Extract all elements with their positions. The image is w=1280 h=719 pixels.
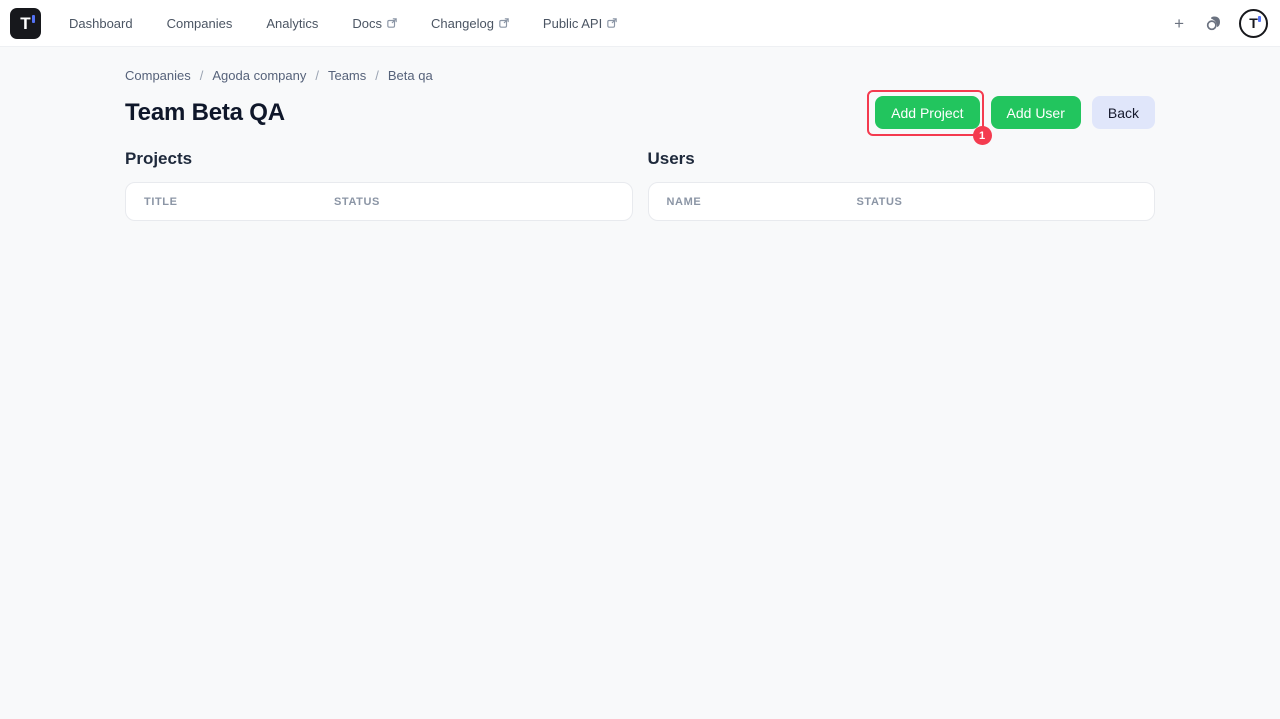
external-link-icon (387, 18, 397, 28)
avatar-letter: T (1249, 16, 1261, 30)
nav-item-label: Changelog (431, 15, 494, 31)
column-header-name: Name (666, 195, 702, 208)
nav-item-docs[interactable]: Docs (352, 16, 397, 31)
breadcrumb: Companies / Agoda company / Teams / Beta… (125, 68, 1155, 83)
annotation-badge: 1 (972, 126, 992, 145)
nav-right: + T (1170, 8, 1268, 38)
breadcrumb-separator: / (375, 68, 379, 83)
add-user-button[interactable]: Add User (990, 96, 1081, 129)
app-logo[interactable]: T (10, 7, 41, 39)
nav-links: Dashboard Companies Analytics Docs Chang… (69, 16, 617, 31)
column-header-title: Title (144, 195, 178, 208)
page-title: Team Beta QA (125, 98, 285, 126)
plus-icon[interactable]: + (1170, 13, 1188, 34)
main-content: Companies / Agoda company / Teams / Beta… (125, 68, 1155, 221)
breadcrumb-separator: / (199, 68, 204, 83)
external-link-icon (607, 18, 617, 28)
nav-item-changelog[interactable]: Changelog (431, 16, 509, 31)
projects-table-header: Title Status (126, 183, 632, 220)
nav-item-label: Docs (352, 15, 383, 31)
top-nav: T Dashboard Companies Analytics Docs Cha… (0, 0, 1280, 47)
nav-item-companies[interactable]: Companies (167, 16, 233, 31)
breadcrumb-beta-qa[interactable]: Beta qa (388, 68, 433, 83)
nav-item-label: Public API (542, 15, 603, 31)
avatar[interactable]: T (1239, 8, 1268, 38)
app-logo-letter: T (20, 14, 35, 32)
column-header-status: Status (334, 195, 380, 208)
title-row: Team Beta QA Add Project 1 Add User Back (125, 90, 1155, 145)
back-button[interactable]: Back (1091, 96, 1155, 129)
projects-heading: Projects (125, 149, 193, 168)
column-header-status: Status (856, 195, 903, 208)
add-project-annotation-wrap: Add Project 1 (867, 90, 992, 145)
users-heading: Users (647, 149, 695, 168)
nav-item-label: Analytics (266, 15, 319, 31)
breadcrumb-teams[interactable]: Teams (328, 68, 366, 83)
users-section: Users Name Status (647, 149, 1155, 221)
feedback-bubble-icon[interactable] (1205, 15, 1222, 32)
add-project-button[interactable]: Add Project (875, 96, 980, 129)
users-table: Name Status (647, 182, 1155, 221)
breadcrumb-companies[interactable]: Companies (125, 68, 191, 83)
users-table-header: Name Status (649, 183, 1155, 220)
action-buttons: Add Project 1 Add User Back (867, 90, 1155, 145)
logo-blue-tick (31, 14, 35, 23)
avatar-blue-tick (1258, 16, 1261, 22)
nav-item-analytics[interactable]: Analytics (266, 16, 318, 31)
breadcrumb-agoda-company[interactable]: Agoda company (212, 68, 306, 83)
nav-item-dashboard[interactable]: Dashboard (69, 16, 133, 31)
nav-item-label: Companies (166, 15, 233, 31)
nav-item-public-api[interactable]: Public API (543, 16, 617, 31)
projects-table: Title Status (125, 182, 633, 221)
projects-section: Projects Title Status (125, 149, 633, 221)
breadcrumb-separator: / (315, 68, 319, 83)
sections-grid: Projects Title Status Users Name Status (125, 149, 1155, 221)
nav-item-label: Dashboard (69, 15, 133, 31)
external-link-icon (499, 18, 509, 28)
